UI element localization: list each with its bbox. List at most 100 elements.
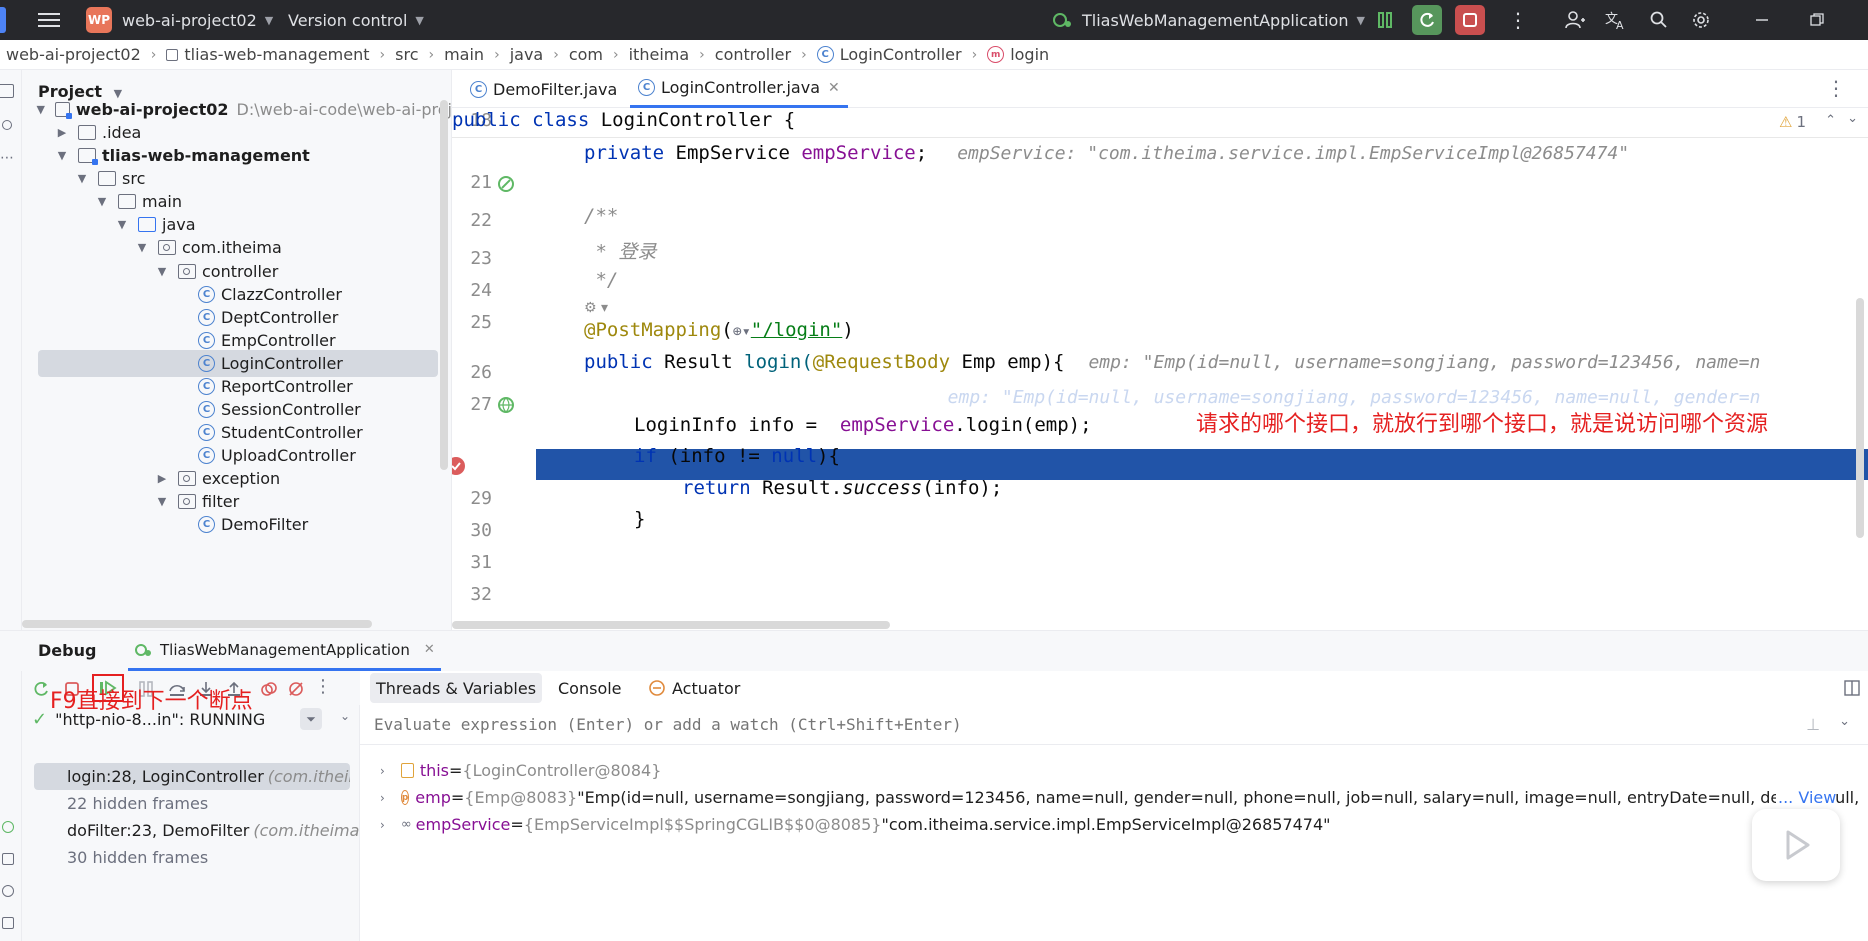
code-text: (info); — [922, 477, 1003, 499]
tab-options-button[interactable]: ⋮ — [1826, 76, 1846, 100]
chevron-right-icon: › — [379, 46, 386, 63]
search-button[interactable] — [1650, 0, 1668, 40]
chevron-right-icon[interactable]: › — [380, 764, 385, 778]
chevron-right-icon[interactable]: › — [380, 791, 385, 805]
tab-console[interactable]: Console — [558, 671, 622, 705]
chevron-right-icon[interactable]: › — [380, 818, 385, 832]
code-keyword: private — [584, 142, 676, 164]
rerun-debug-button[interactable] — [1412, 5, 1442, 35]
rerun-button[interactable] — [32, 680, 50, 698]
tab-label: Threads & Variables — [376, 678, 537, 698]
inspection-widget[interactable]: ⚠ 1 — [1779, 113, 1806, 131]
run-tool-icon[interactable] — [2, 853, 14, 865]
code-editor[interactable]: 21 22 23 24 25 26 27 29 30 31 32 private… — [452, 108, 1868, 630]
red-annotation-text: 请求的哪个接口，就放行到哪个接口，就是说访问哪个资源 — [1196, 412, 1769, 437]
tab-label: DemoFilter.java — [493, 79, 618, 99]
breadcrumb-item[interactable]: C LoginController — [816, 45, 962, 64]
debug-tool-icon[interactable] — [2, 821, 14, 833]
project-switcher[interactable]: WP web-ai-project02 ▼ — [86, 0, 273, 40]
commit-tool-icon[interactable] — [2, 120, 12, 130]
module-icon — [166, 48, 179, 61]
hidden-frames-row[interactable]: 22 hidden frames — [22, 790, 360, 817]
breadcrumb-item[interactable]: java — [510, 45, 544, 64]
stack-frame-row[interactable]: doFilter:23, DemoFilter (com.itheima.f — [22, 817, 360, 844]
run-config-selector[interactable]: TliasWebManagementApplication ▼ — [1052, 0, 1365, 40]
layout-settings-button[interactable] — [1844, 680, 1860, 696]
restore-icon — [1810, 13, 1824, 26]
evaluate-expression-input[interactable] — [374, 715, 1774, 734]
translate-button[interactable]: 文A — [1605, 0, 1627, 40]
filter-icon[interactable]: ⏷ — [300, 708, 322, 730]
pause-program-button[interactable] — [1370, 5, 1400, 35]
chevron-down-icon[interactable]: ⌄ — [1839, 714, 1850, 729]
breadcrumb-item[interactable]: itheima — [629, 45, 690, 64]
view-breakpoints-button[interactable] — [260, 681, 278, 697]
tab-login-controller[interactable]: C LoginController.java ✕ — [630, 70, 848, 108]
inlay-hint-icon[interactable]: ⚙ ▾ — [584, 300, 608, 316]
breadcrumb: web-ai-project02 › tlias-web-management … — [0, 40, 1868, 70]
variable-row-this[interactable]: › this = {LoginController@8084} — [380, 757, 661, 784]
code-with-me-button[interactable] — [1565, 0, 1585, 40]
gear-icon — [1693, 12, 1709, 28]
chevron-down-icon: ▼ — [415, 13, 424, 27]
tree-item-label: exception — [202, 469, 281, 488]
editor-v-scrollbar[interactable] — [1856, 298, 1864, 538]
code-string[interactable]: "/login" — [751, 319, 843, 341]
vcs-menu[interactable]: Version control ▼ — [288, 0, 424, 40]
next-highlight-button[interactable]: ⌄ — [1847, 111, 1858, 126]
terminal-tool-icon[interactable] — [2, 917, 14, 929]
breadcrumb-item[interactable]: controller — [715, 45, 791, 64]
add-watch-icon[interactable]: ⊥ — [1806, 715, 1820, 734]
chevron-down-icon[interactable]: ⌄ — [340, 709, 350, 723]
settings-button[interactable] — [1692, 0, 1710, 40]
class-icon: C — [638, 79, 655, 96]
prev-highlight-button[interactable]: ⌃ — [1825, 113, 1836, 128]
more-tools-icon[interactable]: ⋯ — [0, 150, 14, 166]
debug-session-tab[interactable]: TliasWebManagementApplication ✕ — [128, 631, 441, 671]
mute-breakpoints-button[interactable] — [288, 681, 304, 697]
main-menu-button[interactable] — [38, 0, 60, 40]
project-h-scrollbar[interactable] — [22, 620, 372, 628]
chevron-right-icon: ▶ — [157, 472, 167, 485]
globe-icon[interactable]: ⊕▾ — [733, 322, 751, 340]
title-bar: WP web-ai-project02 ▼ Version control ▼ … — [0, 0, 1868, 40]
project-scrollbar[interactable] — [440, 100, 448, 470]
services-tool-icon[interactable] — [2, 885, 14, 897]
breadcrumb-item[interactable]: tlias-web-management — [166, 45, 370, 64]
endpoint-gutter-icon[interactable] — [496, 395, 516, 415]
stop-button[interactable] — [1455, 5, 1485, 35]
close-icon[interactable]: ✕ — [424, 642, 435, 657]
more-debug-actions[interactable]: ⋮ — [314, 676, 332, 697]
breadcrumb-item[interactable]: web-ai-project02 — [6, 45, 141, 64]
sticky-line-header[interactable]: 18 public class LoginController { ⚠ 1 ⌃ … — [452, 108, 1868, 138]
tab-demo-filter[interactable]: C DemoFilter.java — [462, 70, 625, 108]
view-value-link[interactable]: ... View — [1776, 784, 1837, 811]
breakpoint-marker[interactable] — [452, 456, 466, 476]
hidden-frames-row[interactable]: 30 hidden frames — [22, 844, 360, 871]
breadcrumb-item[interactable]: m login — [987, 45, 1049, 64]
line-number: 26 — [470, 362, 492, 383]
close-icon[interactable]: ✕ — [828, 80, 840, 96]
tab-actuator[interactable]: Actuator — [648, 671, 740, 705]
variable-row-empservice[interactable]: › ∞ empService = {EmpServiceImpl$$Spring… — [380, 811, 1331, 838]
video-play-overlay-button[interactable] — [1752, 809, 1840, 881]
breadcrumb-item[interactable]: com — [569, 45, 603, 64]
pause-icon — [1378, 12, 1392, 28]
more-actions-button[interactable]: ⋮ — [1508, 0, 1528, 40]
variable-row-emp[interactable]: › p emp = {Emp@8083} "Emp(id=null, usern… — [380, 784, 1860, 811]
editor-h-scrollbar[interactable] — [452, 621, 890, 629]
project-tool-icon[interactable] — [0, 84, 14, 98]
tree-item-path: D:\web-ai-code\web-ai-proj — [236, 100, 452, 119]
restore-button[interactable] — [1810, 0, 1824, 40]
minimize-button[interactable] — [1755, 0, 1769, 40]
tree-item-demo-filter[interactable]: C DemoFilter — [22, 511, 451, 538]
code-type: Result — [664, 351, 745, 373]
code-text: ( — [721, 319, 733, 341]
tab-threads-variables[interactable]: Threads & Variables — [370, 673, 543, 703]
bean-gutter-icon[interactable] — [496, 174, 516, 194]
stack-frame-row[interactable]: login:28, LoginController(com.itheima — [34, 763, 350, 790]
package-icon — [158, 240, 176, 255]
breadcrumb-item[interactable]: main — [444, 45, 484, 64]
tree-item-com-itheima[interactable]: ▼ com.itheima — [22, 234, 451, 261]
breadcrumb-item[interactable]: src — [395, 45, 418, 64]
